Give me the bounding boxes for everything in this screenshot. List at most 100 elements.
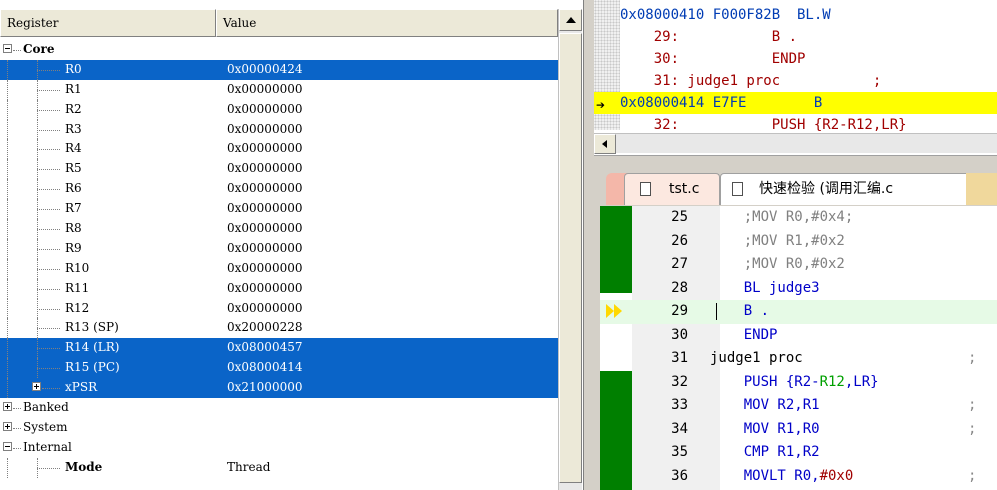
register-name: R4 [65, 141, 82, 156]
collapse-icon[interactable] [3, 44, 12, 53]
register-row[interactable]: R1 0x00000000 [0, 79, 558, 100]
tree-connector [37, 368, 60, 370]
expand-icon[interactable] [3, 402, 12, 412]
code-text: PUSH {R2-R12,LR} [710, 371, 879, 395]
tree-connector [7, 179, 8, 200]
register-value[interactable]: 0x08000414 [227, 360, 302, 374]
register-name: R11 [65, 280, 90, 295]
register-row[interactable]: R8 0x00000000 [0, 219, 558, 239]
disassembly-current-line[interactable]: ➔ 0x08000414 E7FE B [594, 92, 997, 114]
code-token: CMP R1,R2 [710, 444, 820, 460]
code-line[interactable]: 34 MOV R1,R0; [600, 418, 997, 442]
tree-connector [37, 268, 60, 270]
register-value[interactable]: 0x00000000 [227, 181, 302, 195]
register-value[interactable]: 0x00000000 [227, 122, 302, 136]
column-header-register[interactable]: Register [0, 9, 216, 37]
code-line[interactable]: 27 ;MOV R0,#0x2 [600, 253, 997, 277]
register-value[interactable]: 0x00000000 [227, 82, 302, 96]
register-value[interactable]: 0x00000000 [227, 161, 302, 175]
register-row[interactable]: R13 (SP) 0x20000228 [0, 318, 558, 339]
register-value[interactable]: 0x21000000 [227, 380, 302, 394]
tree-connector [7, 219, 8, 239]
register-row[interactable]: R12 0x00000000 [0, 298, 558, 319]
register-row[interactable]: R14 (LR) 0x08000457 [0, 338, 558, 359]
expand-icon[interactable] [32, 382, 41, 392]
scroll-thumb[interactable] [559, 33, 582, 483]
register-row[interactable]: R4 0x00000000 [0, 139, 558, 160]
code-line[interactable]: 35 CMP R1,R2 [600, 441, 997, 465]
code-text: B . [710, 300, 769, 324]
disassembly-line[interactable]: 31: judge1 proc ; [594, 70, 997, 92]
register-row[interactable]: R7 0x00000000 [0, 199, 558, 220]
code-line[interactable]: 30 ENDP [600, 324, 997, 348]
disassembly-pane: 0x08000410 F000F82B BL.W 29: B . 30: END… [594, 0, 997, 155]
expand-icon[interactable] [3, 421, 12, 431]
register-row[interactable]: Mode Thread [0, 457, 558, 478]
tab-tst-c[interactable]: tst.c [624, 173, 720, 205]
registers-vertical-scrollbar[interactable] [558, 9, 582, 490]
code-token: ;MOV R0,#0x2 [710, 256, 845, 272]
register-value[interactable]: 0x00000000 [227, 221, 302, 235]
tree-connector [7, 59, 8, 80]
code-line[interactable]: 33 MOV R2,R1; [600, 394, 997, 418]
tab-active-source[interactable]: 快速检验 (调用汇编.c [720, 173, 997, 205]
tree-connector [7, 378, 8, 399]
register-value[interactable]: Thread [227, 460, 270, 474]
code-line[interactable]: 28 BL judge3 [600, 277, 997, 301]
code-line[interactable]: 32 PUSH {R2-R12,LR} [600, 371, 997, 395]
register-row[interactable]: System [0, 418, 558, 438]
register-row[interactable]: Core [0, 40, 558, 60]
register-row[interactable]: R5 0x00000000 [0, 159, 558, 180]
register-row[interactable]: Internal [0, 438, 558, 458]
register-name: R5 [65, 161, 82, 176]
scroll-up-arrow-icon[interactable] [559, 9, 582, 31]
code-line[interactable]: 29 B . [600, 300, 997, 324]
line-number: 31 [671, 350, 688, 366]
register-name: Core [23, 42, 55, 56]
register-row[interactable]: R3 0x00000000 [0, 119, 558, 140]
tree-connector [7, 298, 8, 319]
tree-connector [37, 328, 60, 330]
register-row[interactable]: R9 0x00000000 [0, 238, 558, 259]
pane-splitter[interactable] [584, 0, 594, 490]
scroll-left-arrow-icon[interactable] [594, 134, 616, 154]
register-value[interactable]: 0x00000000 [227, 102, 302, 116]
register-value[interactable]: 0x00000000 [227, 301, 302, 315]
code-line[interactable]: 25 ;MOV R0,#0x4; [600, 206, 997, 230]
tree-connector [13, 408, 21, 410]
register-value[interactable]: 0x00000424 [227, 62, 302, 76]
disassembly-line[interactable]: 30: ENDP [594, 48, 997, 70]
code-token: MOVLT R0, [710, 467, 820, 484]
code-editor[interactable]: 25 ;MOV R0,#0x4; 26 ;MOV R1,#0x2 27 ;MOV R… [594, 206, 997, 490]
register-row[interactable]: R6 0x00000000 [0, 179, 558, 200]
disassembly-line[interactable]: 0x08000410 F000F82B BL.W [594, 4, 997, 26]
register-row[interactable]: R2 0x00000000 [0, 99, 558, 120]
register-value[interactable]: 0x00000000 [227, 281, 302, 295]
tree-connector [13, 447, 21, 449]
register-value[interactable]: 0x00000000 [227, 201, 302, 215]
column-header-value[interactable]: Value [216, 9, 558, 37]
code-line[interactable]: 31 judge1 proc; [600, 347, 997, 371]
disassembly-horizontal-scrollbar[interactable] [594, 133, 997, 154]
register-name: xPSR [65, 380, 98, 395]
register-value[interactable]: 0x00000000 [227, 241, 302, 255]
register-value[interactable]: 0x08000457 [227, 340, 302, 354]
register-row[interactable]: R15 (PC) 0x08000414 [0, 358, 558, 379]
code-line[interactable]: 36 MOVLT R0,#0x0; [600, 465, 997, 489]
disassembly-line[interactable]: 29: B . [594, 26, 997, 48]
register-row[interactable]: R0 0x00000424 [0, 59, 558, 80]
code-line[interactable]: 26 ;MOV R1,#0x2 [600, 230, 997, 254]
register-row[interactable]: Banked [0, 398, 558, 418]
register-row[interactable]: R11 0x00000000 [0, 278, 558, 299]
register-value[interactable]: 0x00000000 [227, 261, 302, 275]
register-value[interactable]: 0x00000000 [227, 141, 302, 155]
register-value[interactable]: 0x20000228 [227, 320, 302, 334]
tree-connector [7, 199, 8, 220]
code-text: CMP R1,R2 [710, 441, 820, 465]
line-number: 36 [671, 467, 688, 484]
line-number: 28 [671, 279, 688, 296]
register-row[interactable]: xPSR 0x21000000 [0, 378, 558, 399]
line-number: 34 [671, 420, 688, 437]
collapse-icon[interactable] [3, 441, 12, 451]
register-row[interactable]: R10 0x00000000 [0, 258, 558, 279]
